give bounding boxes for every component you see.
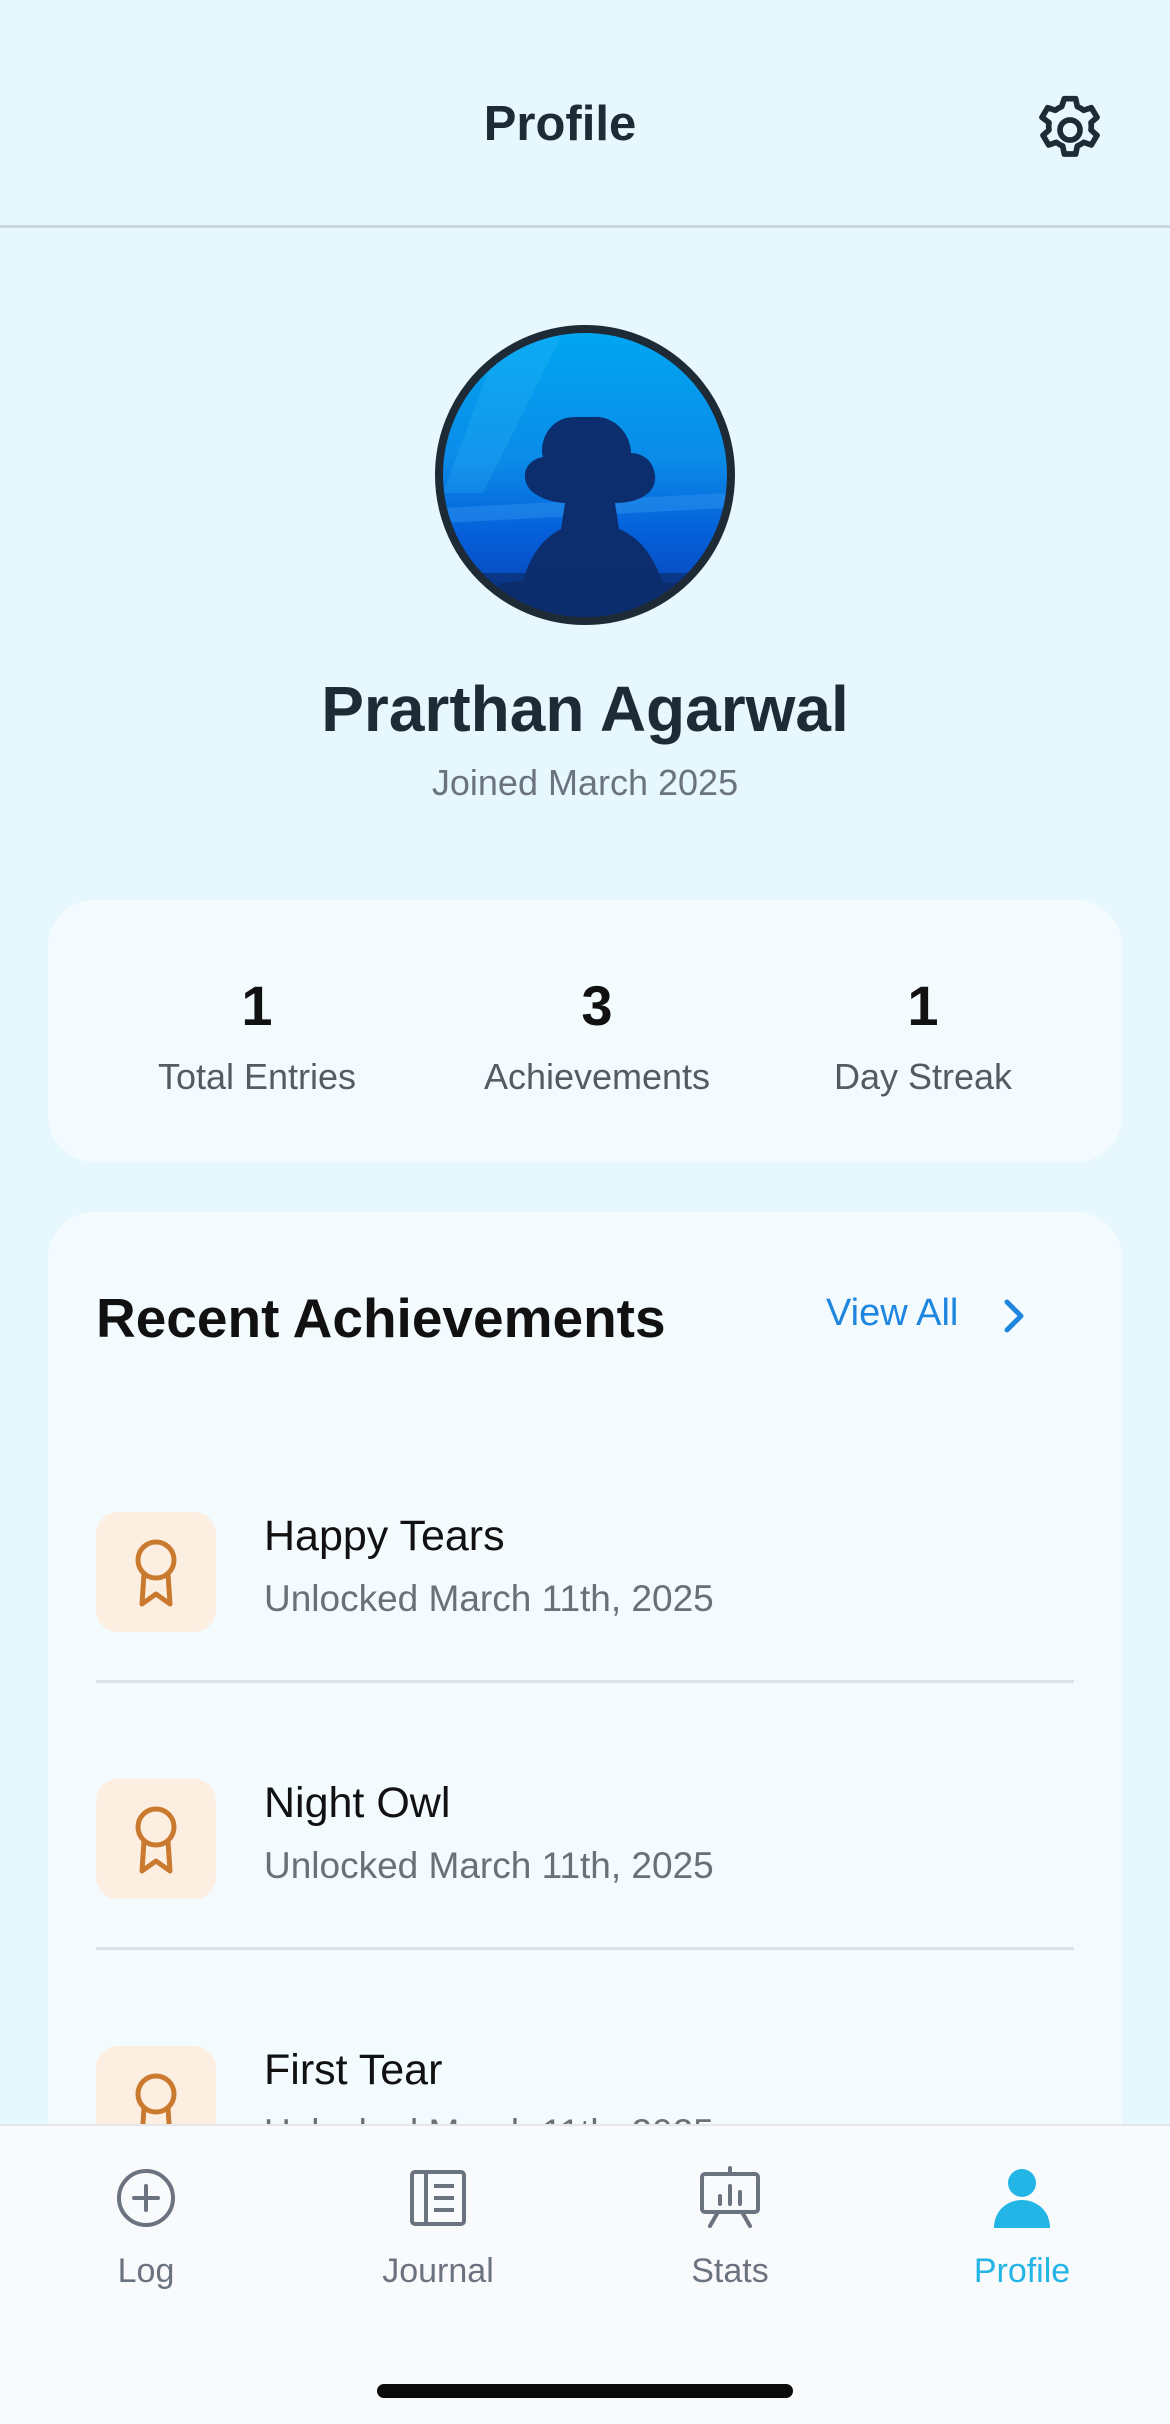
- tab-journal[interactable]: Journal: [292, 2166, 584, 2291]
- tab-log[interactable]: Log: [0, 2166, 292, 2291]
- tab-label: Profile: [973, 2252, 1071, 2290]
- award-ribbon-icon: [96, 1779, 216, 1899]
- achievements-title: Recent Achievements: [96, 1287, 666, 1349]
- achievement-date: Unlocked March 11th, 2025: [264, 1845, 714, 1886]
- tab-stats[interactable]: Stats: [584, 2166, 876, 2291]
- stat-label: Day Streak: [833, 1056, 1013, 1097]
- stats-card: 1 Total Entries 3 Achievements 1 Day Str…: [48, 900, 1122, 1162]
- tab-label: Stats: [691, 2252, 769, 2290]
- presentation-chart-icon: [700, 2166, 760, 2228]
- chevron-right-icon[interactable]: [993, 1292, 1033, 1340]
- stat-value: 1: [241, 974, 273, 1037]
- page-title: Profile: [483, 97, 637, 151]
- stat-total-entries: 1 Total Entries: [87, 974, 427, 1098]
- profile-name: Prarthan Agarwal: [321, 673, 849, 745]
- stat-achievements: 3 Achievements: [427, 974, 767, 1098]
- stat-value: 1: [907, 974, 939, 1037]
- home-indicator[interactable]: [377, 2384, 793, 2398]
- stat-label: Total Entries: [157, 1056, 357, 1097]
- achievement-name: Happy Tears: [264, 1512, 505, 1560]
- header: Profile: [0, 0, 1170, 228]
- stat-value: 3: [581, 974, 613, 1037]
- stat-day-streak: 1 Day Streak: [753, 974, 1093, 1098]
- avatar[interactable]: [435, 325, 735, 625]
- joined-date: Joined March 2025: [431, 762, 739, 803]
- tab-label: Log: [117, 2252, 175, 2290]
- plus-circle-icon: [117, 2169, 175, 2227]
- journal-icon: [410, 2170, 466, 2226]
- achievement-date: Unlocked March 11th, 2025: [264, 1578, 714, 1619]
- achievement-item[interactable]: Night Owl Unlocked March 11th, 2025: [96, 1779, 1074, 2045]
- gear-icon[interactable]: [1030, 90, 1110, 170]
- tab-profile[interactable]: Profile: [876, 2166, 1168, 2291]
- achievement-item[interactable]: Happy Tears Unlocked March 11th, 2025: [96, 1512, 1074, 1778]
- divider: [96, 1947, 1074, 1950]
- view-all-link[interactable]: View All: [826, 1292, 958, 1335]
- award-ribbon-icon: [96, 1512, 216, 1632]
- tab-label: Journal: [382, 2252, 494, 2290]
- tab-bar: Log Journal Stats Profile: [0, 2124, 1170, 2424]
- achievement-name: First Tear: [264, 2046, 443, 2094]
- person-icon: [994, 2169, 1050, 2228]
- stat-label: Achievements: [483, 1056, 711, 1097]
- divider: [96, 1680, 1074, 1683]
- achievement-name: Night Owl: [264, 1779, 451, 1827]
